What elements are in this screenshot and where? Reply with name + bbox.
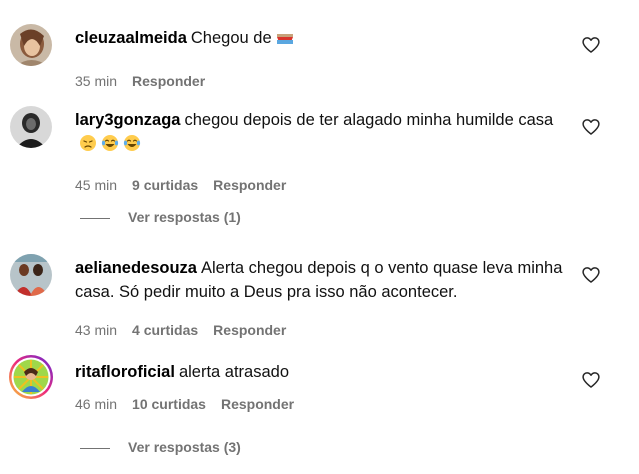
comment-username[interactable]: lary3gonzaga [75, 111, 180, 129]
comment-text: ritafloroficial alerta atrasado [75, 360, 570, 384]
likes-count[interactable]: 4 curtidas [132, 320, 198, 340]
comment-time: 35 min [75, 73, 118, 89]
view-replies-label: Ver respostas (3) [128, 439, 241, 455]
avatar[interactable] [10, 106, 52, 148]
comment-username[interactable]: cleuzaalmeida [75, 29, 187, 47]
likes-count[interactable]: 9 curtidas [132, 175, 198, 195]
comment-body: aelianedesouza Alerta chegou depois q o v… [75, 256, 570, 340]
emoji-group [276, 26, 298, 53]
heart-outline-icon[interactable] [581, 370, 601, 390]
comment-text: lary3gonzaga chegou depois de ter alagado… [75, 108, 570, 159]
comment-time: 45 min [75, 177, 118, 193]
disappointed-face-emoji [79, 134, 97, 159]
avatar-image [10, 254, 52, 296]
avatar[interactable] [10, 254, 52, 296]
comment-username[interactable]: aelianedesouza [75, 259, 197, 277]
view-replies-button[interactable]: Ver respostas (1) [80, 207, 241, 227]
comment-body: cleuzaalmeida Chegou de 35 min Responder [75, 26, 570, 91]
avatar-image [10, 106, 52, 148]
avatar-story-ring[interactable] [8, 354, 54, 400]
avatar-image [10, 24, 52, 66]
comment-time: 43 min [75, 322, 118, 338]
laughing-tears-emoji [123, 134, 141, 159]
comment-meta: 43 min 4 curtidas Responder [75, 320, 570, 340]
laughing-tears-emoji [101, 134, 119, 159]
view-replies-label: Ver respostas (1) [128, 209, 241, 225]
emoji-group [79, 132, 145, 159]
avatar-image [9, 355, 53, 399]
reply-button[interactable]: Responder [213, 320, 286, 340]
view-replies-button[interactable]: Ver respostas (3) [80, 437, 241, 457]
boat-emoji [276, 28, 294, 53]
heart-outline-icon[interactable] [581, 265, 601, 285]
comment-message: chegou depois de ter alagado minha humil… [184, 111, 554, 129]
likes-count[interactable]: 10 curtidas [132, 394, 206, 414]
replies-divider-line [80, 217, 110, 219]
comment-body: lary3gonzaga chegou depois de ter alagado… [75, 108, 570, 195]
heart-outline-icon[interactable] [581, 35, 601, 55]
reply-button[interactable]: Responder [221, 394, 294, 414]
comment-meta: 35 min Responder [75, 71, 570, 91]
comment-text: cleuzaalmeida Chegou de [75, 26, 570, 53]
comment-message: alerta atrasado [178, 363, 290, 381]
replies-divider-line [80, 447, 110, 449]
heart-outline-icon[interactable] [581, 117, 601, 137]
comment-message: Chegou de [190, 29, 272, 47]
comment-username[interactable]: ritafloroficial [75, 363, 175, 381]
reply-button[interactable]: Responder [132, 71, 205, 91]
comment-time: 46 min [75, 396, 118, 412]
comment-body: ritafloroficial alerta atrasado 46 min 10 … [75, 360, 570, 414]
avatar[interactable] [10, 24, 52, 66]
comment-text: aelianedesouza Alerta chegou depois q o v… [75, 256, 570, 304]
reply-button[interactable]: Responder [213, 175, 286, 195]
comment-meta: 46 min 10 curtidas Responder [75, 394, 570, 414]
comment-meta: 45 min 9 curtidas Responder [75, 175, 570, 195]
